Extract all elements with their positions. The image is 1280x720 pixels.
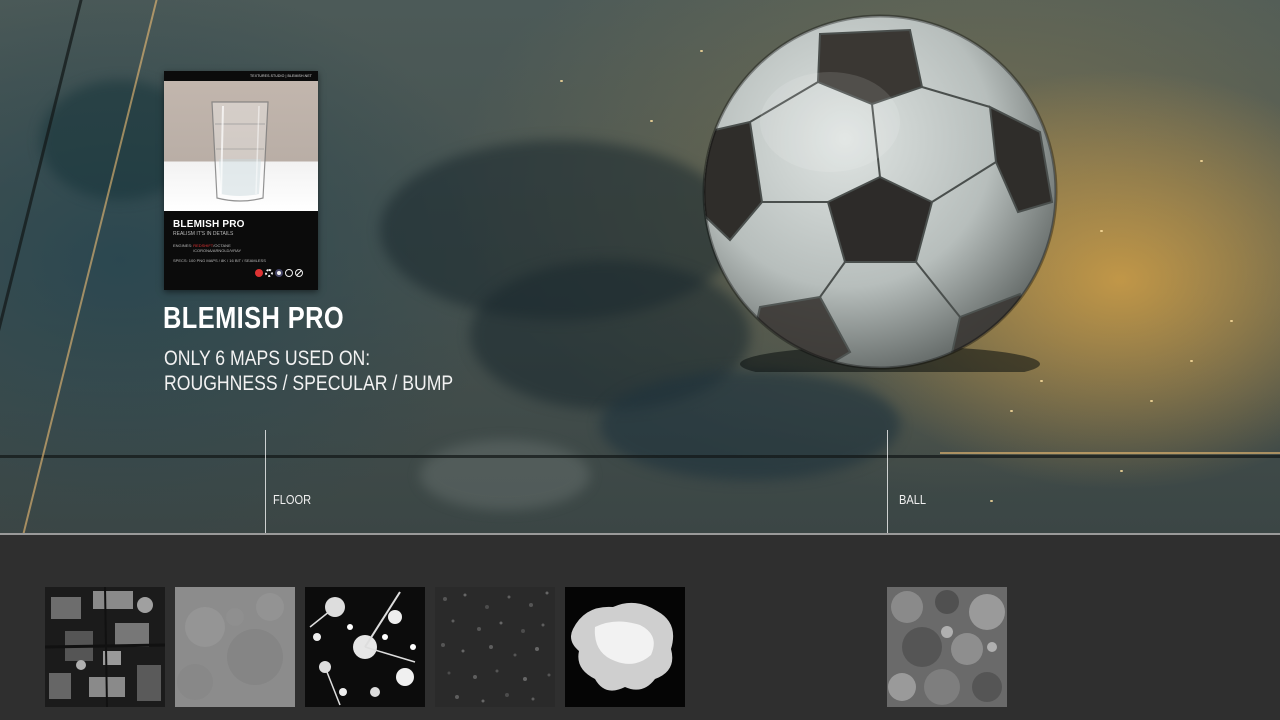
ball-callout-label: BALL xyxy=(899,492,927,507)
vray-logo-icon xyxy=(295,269,303,277)
soccer-ball-image xyxy=(702,14,1058,372)
gear-logo-icon xyxy=(265,269,273,277)
arnold-logo-icon xyxy=(285,269,293,277)
card-photo xyxy=(164,81,318,211)
floor-callout-label: FLOOR xyxy=(273,492,312,507)
card-engine-icons xyxy=(255,269,303,277)
octane-logo-icon xyxy=(275,269,283,277)
card-header-text: TEXTURES.STUDIO | BLEMISH.NET xyxy=(164,71,318,81)
floor-map-4 xyxy=(435,587,555,707)
card-tagline: REALISM IT'S IN DETAILS xyxy=(173,231,234,237)
floor-callout-line xyxy=(265,430,266,533)
card-specs: SPECS: 100 PNG MAPS / 8K / 16 BIT / SEAM… xyxy=(173,258,266,263)
hero-title: BLEMISH PRO xyxy=(163,300,345,335)
redshift-logo-icon xyxy=(255,269,263,277)
floor-map-1 xyxy=(45,587,165,707)
glass-image xyxy=(211,101,269,202)
maps-strip xyxy=(0,535,1280,720)
ball-callout-line xyxy=(887,430,888,533)
engines-line2: /CORONA/ARNOLD/VRAY xyxy=(193,248,242,253)
product-box-image: TEXTURES.STUDIO | BLEMISH.NET BLEMISH PR… xyxy=(164,71,318,290)
floor-map-5 xyxy=(565,587,685,707)
floor-map-3 xyxy=(305,587,425,707)
card-engines: ENGINES: REDSHIFT/OCTANE /CORONA/ARNOLD/… xyxy=(173,243,241,253)
ball-map-1 xyxy=(887,587,1007,707)
hero-subtitle-line2: ROUGHNESS / SPECULAR / BUMP xyxy=(164,372,454,395)
floor-map-2 xyxy=(175,587,295,707)
specs-text: 100 PNG MAPS / 8K / 16 BIT / SEAMLESS xyxy=(188,258,266,263)
slide: TEXTURES.STUDIO | BLEMISH.NET BLEMISH PR… xyxy=(0,0,1280,720)
card-title: BLEMISH PRO xyxy=(173,219,245,230)
hero-render: TEXTURES.STUDIO | BLEMISH.NET BLEMISH PR… xyxy=(0,0,1280,533)
specs-label: SPECS: xyxy=(173,258,188,263)
hero-subtitle-line1: ONLY 6 MAPS USED ON: xyxy=(164,347,371,370)
